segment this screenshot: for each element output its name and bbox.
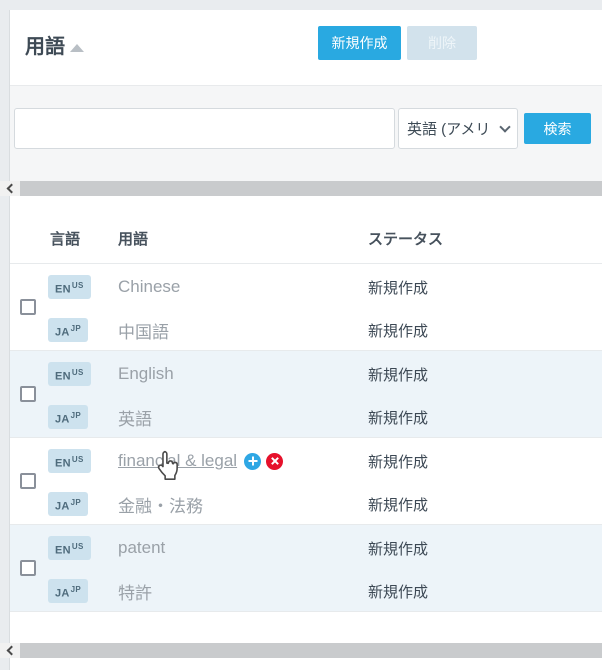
table-row: JAJP 英語 新規作成 [10, 396, 602, 438]
chevron-down-icon [499, 121, 510, 132]
table-row: JAJP 特許 新規作成 [10, 570, 602, 612]
term-row-group: ENUS English 新規作成 JAJP 英語 新規作成 [10, 350, 602, 437]
panel-header: 用語 新規作成 削除 [10, 10, 602, 85]
language-select[interactable]: 英語 (アメリ [398, 108, 518, 149]
add-term-icon[interactable] [244, 453, 261, 470]
scrollbar-thumb[interactable] [20, 181, 602, 196]
term-row-group: ENUS financial & legal 新規作成 JAJP 金融・法務 新… [10, 437, 602, 524]
scrollbar-thumb[interactable] [20, 643, 602, 658]
language-badge: ENUS [48, 536, 91, 561]
status-text: 新規作成 [368, 364, 428, 385]
term-row-group: ENUS Chinese 新規作成 JAJP 中国語 新規作成 [10, 263, 602, 350]
term-link[interactable]: patent [118, 538, 165, 558]
language-badge: JAJP [48, 318, 88, 343]
term-link[interactable]: English [118, 364, 174, 384]
horizontal-scrollbar-bottom[interactable] [0, 643, 602, 658]
create-new-button[interactable]: 新規作成 [318, 26, 401, 60]
scroll-left-button[interactable] [0, 643, 20, 658]
termbase-panel: 用語 新規作成 削除 英語 (アメリ 検索 言語 用語 ステータス ENUS C… [0, 0, 602, 670]
panel-footer-strip [10, 658, 602, 670]
column-header-language: 言語 [50, 228, 80, 249]
page-title: 用語 [25, 30, 65, 59]
row-actions [244, 453, 283, 470]
scroll-left-button[interactable] [0, 181, 20, 196]
status-text: 新規作成 [368, 494, 428, 515]
table-row: ENUS English 新規作成 [10, 353, 602, 395]
search-bar: 英語 (アメリ 検索 [10, 85, 602, 181]
table-row: ENUS financial & legal 新規作成 [10, 440, 602, 482]
term-link[interactable]: 金融・法務 [118, 492, 203, 517]
term-link[interactable]: Chinese [118, 277, 180, 297]
column-header-term: 用語 [118, 228, 148, 249]
column-header-status: ステータス [368, 228, 443, 249]
delete-term-icon[interactable] [266, 453, 283, 470]
status-text: 新規作成 [368, 320, 428, 341]
language-badge: ENUS [48, 275, 91, 300]
table-row: JAJP 金融・法務 新規作成 [10, 483, 602, 525]
term-link[interactable]: 英語 [118, 405, 152, 430]
status-text: 新規作成 [368, 581, 428, 602]
chevron-left-icon [7, 184, 17, 194]
table-row: ENUS Chinese 新規作成 [10, 266, 602, 308]
table-row: ENUS patent 新規作成 [10, 527, 602, 569]
language-badge: JAJP [48, 579, 88, 604]
horizontal-scrollbar-top[interactable] [0, 181, 602, 196]
language-select-value: 英語 (アメリ [407, 118, 499, 139]
terms-table: 言語 用語 ステータス ENUS Chinese 新規作成 JAJP 中国語 新… [10, 196, 602, 643]
chevron-left-icon [7, 646, 17, 656]
language-badge: ENUS [48, 362, 91, 387]
term-link[interactable]: 特許 [118, 579, 152, 604]
term-link[interactable]: financial & legal [118, 451, 237, 471]
collapse-toggle-icon[interactable] [70, 44, 84, 52]
status-text: 新規作成 [368, 538, 428, 559]
term-link[interactable]: 中国語 [118, 318, 169, 343]
table-end-divider [10, 611, 602, 612]
language-badge: JAJP [48, 405, 88, 430]
table-row: JAJP 中国語 新規作成 [10, 309, 602, 351]
search-input[interactable] [14, 108, 395, 149]
status-text: 新規作成 [368, 451, 428, 472]
language-badge: JAJP [48, 492, 88, 517]
delete-button[interactable]: 削除 [407, 26, 477, 60]
search-button[interactable]: 検索 [524, 113, 591, 144]
term-row-group: ENUS patent 新規作成 JAJP 特許 新規作成 [10, 524, 602, 611]
language-badge: ENUS [48, 449, 91, 474]
status-text: 新規作成 [368, 407, 428, 428]
status-text: 新規作成 [368, 277, 428, 298]
